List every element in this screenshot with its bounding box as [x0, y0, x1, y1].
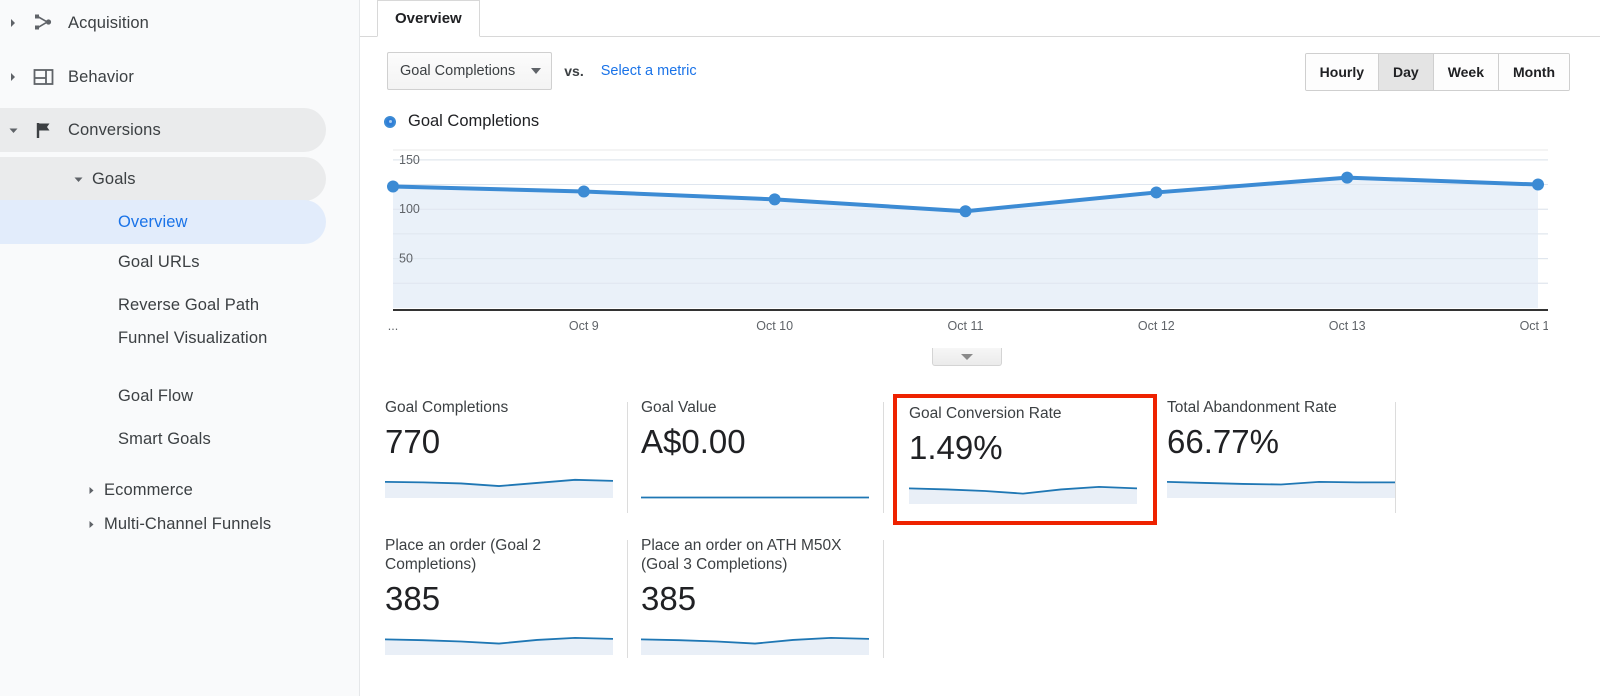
granularity-week-button[interactable]: Week: [1433, 54, 1500, 90]
collapse-caret-icon[interactable]: [0, 174, 84, 185]
metric-card-value: 66.77%: [1167, 423, 1279, 460]
metric-card-goal-conversion-rate[interactable]: Goal Conversion Rate 1.49%: [893, 394, 1157, 525]
metric-card-total-abandonment-rate[interactable]: Total Abandonment Rate 66.77%: [1153, 398, 1409, 521]
sidebar-item-label: Funnel Visualization: [118, 329, 268, 347]
svg-text:Oct 11: Oct 11: [948, 319, 984, 333]
sidebar-item-label: Conversions: [68, 120, 161, 139]
layout-panel-icon: [26, 68, 60, 86]
metric-cards: Goal Completions 770 Goal Value A$0.00 G…: [385, 394, 1545, 666]
svg-text:Oct 9: Oct 9: [569, 319, 599, 333]
granularity-day-button[interactable]: Day: [1379, 54, 1434, 90]
metric-select-value: Goal Completions: [400, 63, 516, 79]
sidebar-item-conversions[interactable]: Conversions: [0, 108, 326, 152]
sidebar-item-overview[interactable]: Overview: [0, 200, 326, 244]
metric-cards-row-2: Place an order (Goal 2 Completions) 385 …: [385, 536, 1545, 666]
expand-caret-icon[interactable]: [0, 486, 96, 495]
metric-card-title: Total Abandonment Rate: [1167, 399, 1337, 416]
sidebar-item-label: Goal Flow: [118, 387, 194, 405]
chart-collapse-handle[interactable]: [932, 348, 1002, 366]
main-content: Overview Goal Completions vs. Select a m…: [360, 0, 1600, 696]
left-sidebar: Acquisition Behavior Conversions Goals O…: [0, 0, 360, 696]
tab-label: Overview: [395, 10, 462, 27]
metric-card-value: 385: [385, 579, 441, 617]
sidebar-item-goal-urls[interactable]: Goal URLs: [0, 251, 200, 273]
sidebar-item-label: Reverse Goal Path: [118, 296, 260, 314]
metric-card-value: A$0.00: [641, 423, 746, 460]
sidebar-item-label: Acquisition: [68, 13, 149, 32]
metric-card-sparkline: [385, 478, 613, 498]
svg-text:Oct 12: Oct 12: [1138, 319, 1175, 333]
sidebar-item-label: Multi-Channel Funnels: [104, 514, 272, 533]
legend-label: Goal Completions: [408, 112, 540, 130]
svg-text:100: 100: [399, 202, 420, 216]
metric-card-title: Goal Completions: [385, 399, 509, 416]
metric-card-place-an-order-ath-m50x-goal-3[interactable]: Place an order on ATH M50X (Goal 3 Compl…: [641, 536, 897, 666]
metric-select-dropdown[interactable]: Goal Completions: [387, 52, 553, 90]
sidebar-item-label: Goals: [92, 169, 136, 188]
expand-caret-icon[interactable]: [0, 18, 26, 28]
chevron-down-icon: [531, 68, 542, 74]
select-a-metric-link[interactable]: Select a metric: [601, 63, 697, 79]
metric-card-sparkline: [909, 485, 1137, 504]
metric-card-value: 770: [385, 423, 441, 460]
granularity-button-group: Hourly Day Week Month: [1304, 53, 1570, 91]
svg-text:Oct 10: Oct 10: [756, 319, 793, 333]
sidebar-item-label: Ecommerce: [104, 480, 193, 499]
share-nodes-icon: [26, 13, 60, 33]
sidebar-item-goal-flow[interactable]: Goal Flow: [0, 385, 193, 407]
metric-card-value: 1.49%: [909, 429, 1003, 466]
svg-text:Oct 13: Oct 13: [1329, 319, 1366, 333]
vs-label: vs.: [564, 63, 584, 79]
metric-controls: Goal Completions vs. Select a metric: [387, 52, 697, 90]
granularity-hourly-button[interactable]: Hourly: [1305, 54, 1379, 90]
metric-card-goal-value[interactable]: Goal Value A$0.00: [641, 398, 897, 521]
metric-card-sparkline: [641, 636, 869, 655]
tab-overview[interactable]: Overview: [377, 0, 480, 37]
metric-cards-row-1: Goal Completions 770 Goal Value A$0.00 G…: [385, 394, 1545, 525]
svg-text:...: ...: [388, 319, 398, 333]
sidebar-item-label: Overview: [118, 212, 188, 231]
sidebar-item-multi-channel-funnels[interactable]: Multi-Channel Funnels: [0, 504, 300, 544]
sidebar-item-label: Smart Goals: [118, 430, 211, 448]
metric-card-sparkline: [1167, 480, 1395, 498]
analytics-goals-overview-page: Acquisition Behavior Conversions Goals O…: [0, 0, 1600, 696]
sidebar-item-acquisition[interactable]: Acquisition: [0, 3, 149, 43]
collapse-caret-icon[interactable]: [0, 125, 26, 136]
goal-completions-line-chart[interactable]: 50 100 150... Oct 9 Oct 10 Oct 11 Oct 12 Oct 13…: [385, 140, 1548, 340]
chart-canvas: 50 100 150... Oct 9 Oct 10 Oct 11 Oct 12 Oct 13…: [387, 149, 1548, 333]
metric-card-title: Goal Value: [641, 399, 717, 416]
sidebar-item-label: Behavior: [68, 67, 134, 86]
granularity-month-button[interactable]: Month: [1499, 54, 1569, 90]
metric-card-title: Goal Conversion Rate: [909, 405, 1062, 422]
sidebar-item-smart-goals[interactable]: Smart Goals: [0, 428, 211, 450]
metric-card-sparkline: [641, 496, 869, 499]
tab-bar: Overview: [360, 0, 1600, 37]
chevron-down-icon: [961, 353, 973, 360]
sidebar-item-behavior[interactable]: Behavior: [0, 57, 134, 97]
svg-text:150: 150: [399, 153, 420, 167]
expand-caret-icon[interactable]: [0, 520, 96, 529]
sidebar-item-reverse-goal-path[interactable]: Reverse Goal Path: [0, 294, 259, 316]
svg-text:50: 50: [399, 252, 413, 266]
metric-card-title: Place an order (Goal 2 Completions): [385, 537, 541, 574]
metric-card-goal-completions[interactable]: Goal Completions 770: [385, 398, 641, 521]
svg-text:Oct 14: Oct 14: [1520, 319, 1548, 333]
chart-legend: Goal Completions: [384, 112, 539, 131]
metric-card-place-an-order-goal-2[interactable]: Place an order (Goal 2 Completions) 385: [385, 536, 641, 666]
sidebar-item-goals[interactable]: Goals: [0, 157, 326, 201]
metric-card-title: Place an order on ATH M50X (Goal 3 Compl…: [641, 537, 842, 574]
expand-caret-icon[interactable]: [0, 72, 26, 82]
flag-icon: [26, 121, 60, 140]
metric-card-sparkline: [385, 636, 613, 655]
sidebar-item-funnel-visualization[interactable]: Funnel Visualization: [0, 327, 290, 349]
metric-card-value: 385: [641, 579, 697, 617]
legend-color-dot: [384, 115, 396, 128]
sidebar-item-label: Goal URLs: [118, 253, 200, 271]
